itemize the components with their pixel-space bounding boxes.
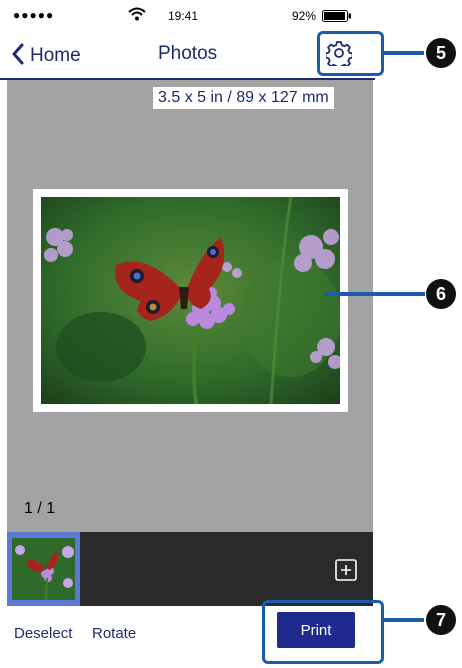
signal-strength-icon: ●●●●● — [13, 8, 55, 22]
battery-icon — [322, 9, 352, 27]
callout-line-6 — [325, 292, 425, 296]
add-photo-button[interactable] — [330, 557, 362, 583]
callout-badge-7: 7 — [426, 605, 456, 635]
rotate-button[interactable]: Rotate — [92, 625, 136, 642]
thumbnail-item-selected[interactable] — [7, 532, 80, 606]
callout-badge-5: 5 — [426, 38, 456, 68]
callout-line-7 — [384, 618, 424, 622]
callout-badge-6: 6 — [426, 279, 456, 309]
chevron-left-icon — [12, 43, 24, 70]
photo-preview[interactable] — [33, 189, 348, 412]
back-button-label: Home — [30, 45, 81, 66]
settings-highlight-box — [317, 31, 384, 76]
plus-square-icon — [330, 559, 362, 587]
deselect-button[interactable]: Deselect — [14, 625, 72, 642]
back-button[interactable]: Home — [12, 40, 81, 72]
paper-size-label[interactable]: 3.5 x 5 in / 89 x 127 mm — [153, 87, 334, 109]
battery-percentage: 92% — [292, 9, 317, 23]
callout-line-5 — [384, 51, 424, 55]
wifi-icon — [128, 7, 146, 26]
status-time: 19:41 — [168, 9, 199, 23]
print-highlight-box — [262, 600, 384, 664]
page-counter: 1 / 1 — [24, 500, 56, 517]
page-title: Photos — [158, 43, 218, 64]
